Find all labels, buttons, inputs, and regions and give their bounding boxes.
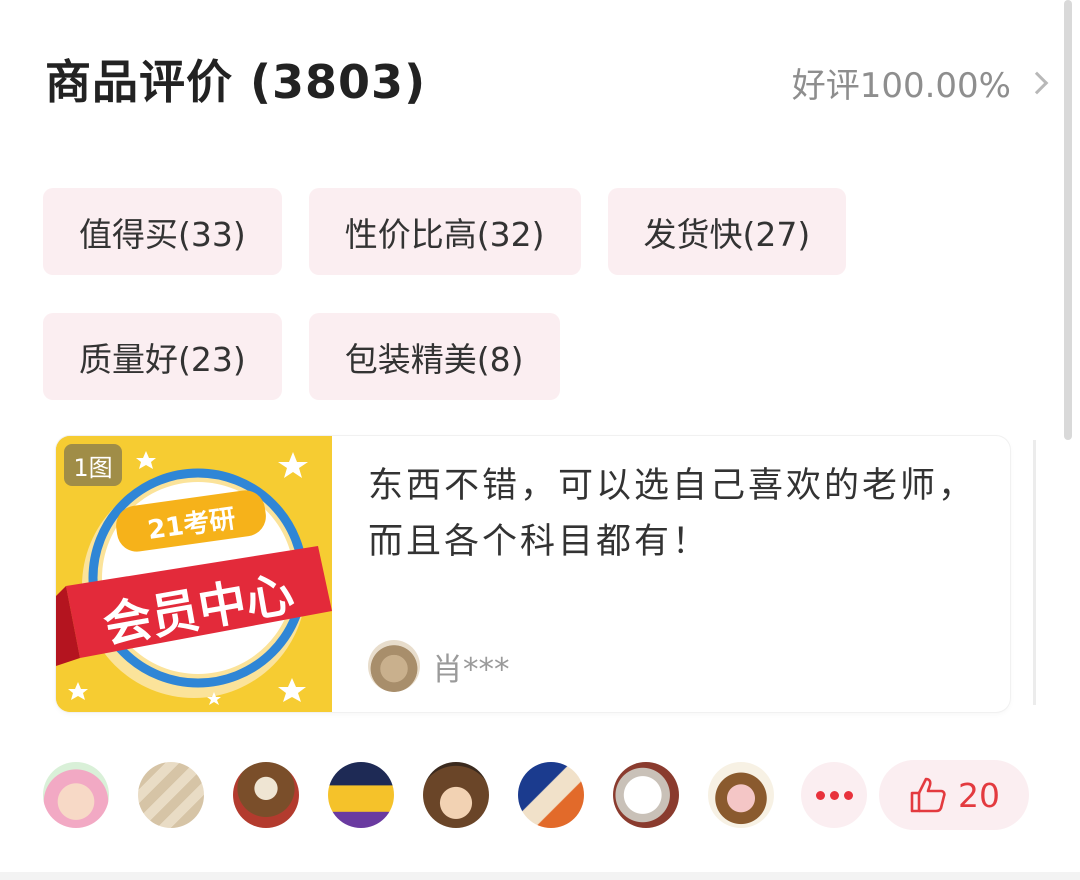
- dot: [815, 790, 825, 800]
- tag-nice-packaging[interactable]: 包装精美(8): [308, 313, 560, 400]
- positive-rating-link[interactable]: 好评100.00%: [791, 58, 1049, 107]
- avatar[interactable]: [43, 762, 109, 828]
- like-button[interactable]: 20: [879, 760, 1029, 830]
- card-edge-divider: [1033, 440, 1036, 705]
- avatar[interactable]: [423, 762, 489, 828]
- tag-good-value[interactable]: 性价比高(32): [308, 188, 581, 275]
- avatar-list: [43, 762, 774, 828]
- page-title: 商品评价 (3803): [45, 55, 427, 109]
- reviewer-avatar: [368, 640, 420, 692]
- avatar[interactable]: [233, 762, 299, 828]
- reviewer-strip: 20: [43, 760, 1033, 830]
- dot: [843, 790, 853, 800]
- thumbs-up-icon: [910, 777, 946, 813]
- scrollbar[interactable]: [1064, 0, 1072, 440]
- tag-fast-shipping[interactable]: 发货快(27): [607, 188, 847, 275]
- avatar[interactable]: [613, 762, 679, 828]
- avatar[interactable]: [328, 762, 394, 828]
- tag-row: 值得买(33) 性价比高(32) 发货快(27): [43, 188, 1023, 275]
- dot: [829, 790, 839, 800]
- reviews-header: 商品评价 (3803) 好评100.00%: [45, 40, 1049, 120]
- tag-row: 质量好(23) 包装精美(8): [43, 313, 1023, 400]
- review-image[interactable]: 21考研 会员中心 1图: [56, 436, 332, 712]
- tag-worth-buying[interactable]: 值得买(33): [43, 188, 282, 275]
- image-count-badge: 1图: [64, 444, 122, 486]
- bottom-divider: [0, 872, 1080, 880]
- reviewer: 肖***: [368, 640, 510, 692]
- tag-good-quality[interactable]: 质量好(23): [43, 313, 282, 400]
- reviewer-name: 肖***: [432, 651, 510, 688]
- review-card[interactable]: 21考研 会员中心 1图 东西不错，可以选自己喜欢的老师，而且各个科目都有！ 肖…: [56, 436, 1010, 712]
- positive-rating-text: 好评100.00%: [791, 66, 1011, 106]
- review-tags: 值得买(33) 性价比高(32) 发货快(27) 质量好(23) 包装精美(8): [43, 188, 1023, 438]
- avatar[interactable]: [518, 762, 584, 828]
- chevron-right-icon: [1025, 71, 1049, 94]
- like-count: 20: [958, 775, 1000, 815]
- avatar[interactable]: [708, 762, 774, 828]
- review-text: 东西不错，可以选自己喜欢的老师，而且各个科目都有！: [368, 466, 977, 562]
- avatar[interactable]: [138, 762, 204, 828]
- more-dots-icon[interactable]: [801, 762, 867, 828]
